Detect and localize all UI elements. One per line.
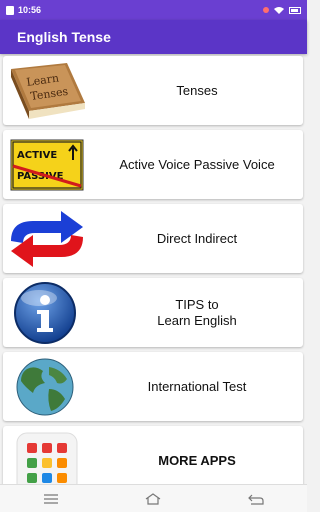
menu-item-active-passive[interactable]: ACTIVE PASSIVE Active Voice Passive Voic… — [3, 130, 303, 199]
status-bar: 10:56 — [0, 0, 307, 20]
globe-icon — [3, 352, 91, 421]
sign-text-active: ACTIVE — [17, 150, 57, 161]
info-icon — [3, 278, 91, 347]
status-time: 10:56 — [18, 5, 42, 15]
back-icon — [247, 494, 264, 505]
menu-item-label: Direct Indirect — [156, 230, 238, 246]
back-nav-button[interactable] — [244, 489, 268, 509]
home-nav-button[interactable] — [141, 489, 165, 509]
battery-icon — [289, 6, 301, 14]
app-title: English Tense — [17, 29, 111, 45]
book-icon: Learn Tenses — [3, 56, 91, 125]
menu-item-label: TIPS to Learn English — [157, 296, 237, 328]
menu-nav-button[interactable] — [39, 489, 63, 509]
menu-item-label: Tenses — [176, 82, 218, 98]
menu-item-label: Active Voice Passive Voice — [119, 156, 275, 172]
active-passive-sign-icon: ACTIVE PASSIVE — [3, 130, 91, 199]
menu-item-tips[interactable]: TIPS to Learn English — [3, 278, 303, 347]
menu-item-direct-indirect[interactable]: Direct Indirect — [3, 204, 303, 273]
navigation-bar — [0, 484, 307, 512]
menu-icon — [44, 493, 59, 504]
alarm-icon — [263, 7, 269, 13]
wifi-icon — [274, 7, 284, 14]
swap-arrows-icon — [3, 204, 91, 273]
menu-item-tenses[interactable]: Learn Tenses Tenses — [3, 56, 303, 125]
menu-item-label: MORE APPS — [158, 452, 236, 468]
sim-card-icon — [6, 5, 14, 15]
home-icon — [146, 492, 161, 505]
app-bar: English Tense — [0, 20, 307, 54]
menu-item-label: International Test — [147, 378, 247, 394]
menu-item-international-test[interactable]: International Test — [3, 352, 303, 421]
